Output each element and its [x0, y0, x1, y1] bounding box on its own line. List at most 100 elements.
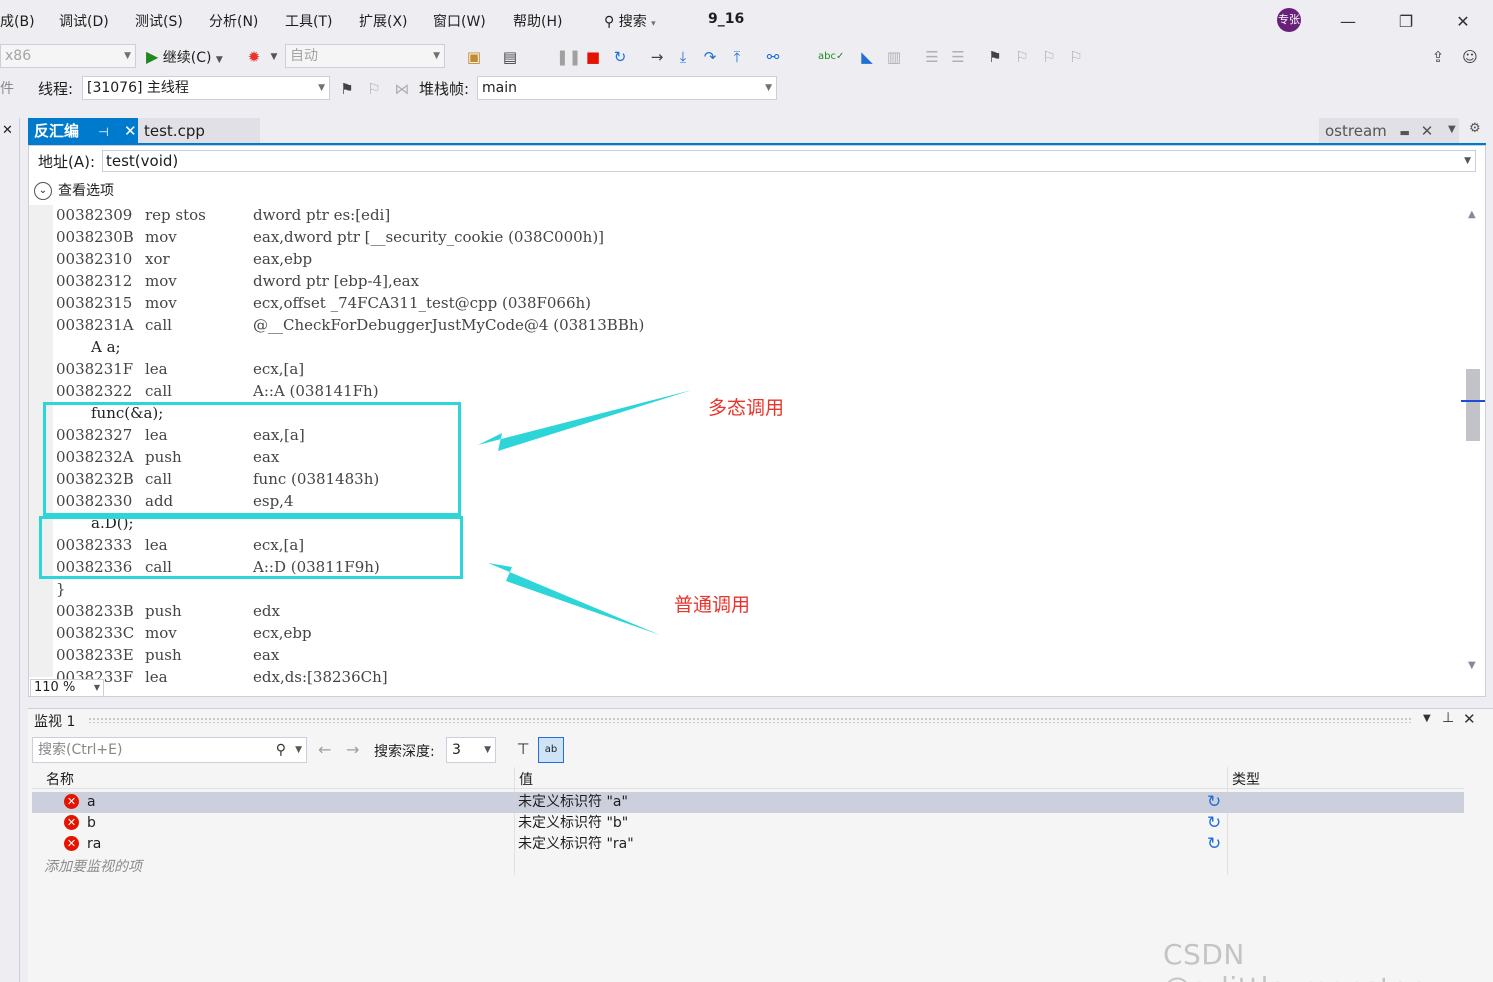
close-icon[interactable]: ✕	[1463, 710, 1476, 728]
clear-bookmarks-icon[interactable]: ⚐	[1066, 46, 1086, 68]
asm-line[interactable]: 0038233F lea edx,ds:[38236Ch]	[56, 666, 388, 688]
search-depth-combo[interactable]: 3 ▼	[446, 737, 496, 763]
menu-build[interactable]: 成(B)	[0, 11, 35, 31]
column-type-header[interactable]: 类型	[1232, 769, 1260, 789]
menu-test[interactable]: 测试(S)	[135, 11, 183, 31]
close-icon[interactable]: ✕	[124, 122, 137, 140]
column-name-header[interactable]: 名称	[46, 769, 74, 789]
pin-icon[interactable]: ▬	[1400, 126, 1410, 139]
address-input[interactable]: test(void) ▼	[102, 150, 1476, 172]
source-line[interactable]: A a;	[56, 336, 121, 358]
search-back-icon[interactable]: ←	[318, 740, 331, 759]
menu-help[interactable]: 帮助(H)	[513, 11, 562, 31]
watch-row[interactable]	[32, 834, 1464, 855]
prev-bookmark-icon[interactable]: ⚐	[1012, 46, 1032, 68]
run-to-cursor-icon[interactable]: ◣	[857, 46, 877, 68]
refresh-icon[interactable]: ↻	[1207, 834, 1221, 855]
menu-debug[interactable]: 调试(D)	[59, 11, 109, 31]
pin-icon[interactable]: ⊥	[1442, 710, 1454, 726]
pin-icon[interactable]: ⊤	[512, 737, 534, 761]
asm-line[interactable]: 00382315 mov ecx,offset _74FCA311_test@cpp…	[56, 292, 591, 314]
outdent-icon[interactable]: ☰	[948, 46, 968, 68]
share-icon[interactable]: ⇪	[1428, 46, 1448, 68]
asm-line[interactable]: 0038233E push eax	[56, 644, 279, 666]
hot-reload-icon[interactable]: ✹	[244, 46, 264, 68]
next-bookmark-icon[interactable]: ⚐	[1039, 46, 1059, 68]
asm-line[interactable]: 0038233C mov ecx,ebp	[56, 622, 312, 644]
asm-line[interactable]: 00382312 mov dword ptr [ebp-4],eax	[56, 270, 419, 292]
watch-row-value[interactable]: 未定义标识符 "ra"	[518, 834, 634, 855]
vertical-scrollbar[interactable]	[1463, 205, 1485, 677]
memory-icon[interactable]: ▥	[884, 46, 904, 68]
asm-line[interactable]: 0038231F lea ecx,[a]	[56, 358, 304, 380]
close-icon[interactable]: ✕	[1421, 122, 1434, 140]
scrollbar-thumb[interactable]	[1466, 369, 1480, 441]
tab-ostream[interactable]: ostream ▬ ✕	[1319, 118, 1459, 144]
close-window-button[interactable]: ✕	[1448, 8, 1478, 36]
thread-flags-icon[interactable]: ⚐	[364, 78, 384, 100]
scroll-down-icon[interactable]: ▼	[1468, 660, 1476, 671]
pause-icon[interactable]: ❚❚	[556, 46, 581, 68]
tab-test-cpp[interactable]: test.cpp	[138, 118, 260, 144]
menu-analyze[interactable]: 分析(N)	[209, 11, 258, 31]
menu-tools[interactable]: 工具(T)	[285, 11, 332, 31]
hide-external-icon[interactable]: ⋈	[392, 78, 412, 100]
refresh-icon[interactable]: ↻	[1207, 792, 1221, 813]
flag-icon[interactable]: ⚑	[337, 78, 357, 100]
pin-icon[interactable]: ⊣	[98, 125, 108, 139]
process-icon[interactable]: ▤	[500, 46, 520, 68]
zoom-combo[interactable]: 110 % ▼	[30, 679, 104, 697]
watch-row-value[interactable]: 未定义标识符 "a"	[518, 792, 628, 813]
minimize-button[interactable]: —	[1333, 8, 1363, 36]
avatar[interactable]: 专张	[1277, 8, 1301, 32]
view-options-toggle[interactable]: ⌄ 查看选项	[34, 180, 114, 200]
continue-button[interactable]: ▶ 继续(C) ▼	[146, 46, 223, 71]
menu-window[interactable]: 窗口(W)	[433, 11, 486, 31]
search-forward-icon[interactable]: →	[346, 740, 359, 759]
open-folder-icon[interactable]: ▣	[464, 46, 484, 68]
step-into-icon[interactable]: ⤓	[673, 46, 693, 68]
asm-line[interactable]: 00382322 call A::A (038141Fh)	[56, 380, 379, 402]
chevron-down-icon[interactable]: ▼	[1423, 713, 1431, 724]
close-icon[interactable]: ✕	[2, 123, 13, 138]
asm-line[interactable]: 00382309 rep stos dword ptr es:[edi]	[56, 204, 390, 226]
watch-row-name[interactable]: a	[87, 792, 96, 813]
feedback-icon[interactable]: ☺	[1460, 46, 1480, 68]
asm-line[interactable]: 0038233B push edx	[56, 600, 280, 622]
brace-line[interactable]: }	[56, 578, 66, 600]
asm-line[interactable]: 0038230B mov eax,dword ptr [__security_coo…	[56, 226, 604, 248]
step-over-icon[interactable]: ↷	[700, 46, 720, 68]
menu-extensions[interactable]: 扩展(X)	[359, 11, 408, 31]
indent-icon[interactable]: ☰	[922, 46, 942, 68]
restore-button[interactable]: ❐	[1391, 8, 1421, 36]
watch-row-name[interactable]: b	[87, 813, 96, 834]
asm-line[interactable]: 00382310 xor eax,ebp	[56, 248, 312, 270]
watch-row-value[interactable]: 未定义标识符 "b"	[518, 813, 628, 834]
hex-display-icon[interactable]: ⚯	[763, 46, 783, 68]
watch-row[interactable]	[32, 813, 1464, 834]
restart-icon[interactable]: ↻	[610, 46, 630, 68]
watch-title-grip[interactable]	[88, 717, 1412, 723]
platform-combo[interactable]: x86 ▼	[0, 44, 136, 68]
chevron-down-icon[interactable]: ▼	[264, 46, 284, 68]
thread-combo[interactable]: [31076] 主线程 ▼	[82, 76, 330, 100]
menu-search[interactable]: ⚲ 搜索 ▾	[604, 11, 656, 31]
watch-row-name[interactable]: ra	[87, 834, 101, 855]
add-watch-item[interactable]: 添加要监视的项	[44, 856, 142, 876]
tab-list-dropdown-icon[interactable]: ▼	[1448, 124, 1456, 135]
scroll-up-icon[interactable]: ▲	[1468, 209, 1476, 220]
stop-icon[interactable]: ■	[583, 46, 603, 68]
watch-row[interactable]	[32, 792, 1464, 813]
show-next-statement-icon[interactable]: →	[647, 46, 667, 68]
watch-search-input[interactable]: 搜索(Ctrl+E) ⚲ ▼	[32, 737, 307, 763]
gear-icon[interactable]: ⚙	[1469, 121, 1481, 136]
step-out-icon[interactable]: ⤒	[727, 46, 747, 68]
asm-line[interactable]: 0038231A call @__CheckForDebuggerJustMyCod…	[56, 314, 644, 336]
bookmark-icon[interactable]: ⚑	[985, 46, 1005, 68]
column-value-header[interactable]: 值	[519, 769, 533, 789]
refresh-icon[interactable]: ↻	[1207, 813, 1221, 834]
stack-frame-combo[interactable]: main ▼	[477, 76, 777, 100]
auto-combo[interactable]: 自动 ▼	[285, 44, 445, 68]
tab-disassembly[interactable]: 反汇编 ⊣ ✕	[28, 118, 142, 144]
spell-check-icon[interactable]: abc✓	[818, 46, 844, 68]
